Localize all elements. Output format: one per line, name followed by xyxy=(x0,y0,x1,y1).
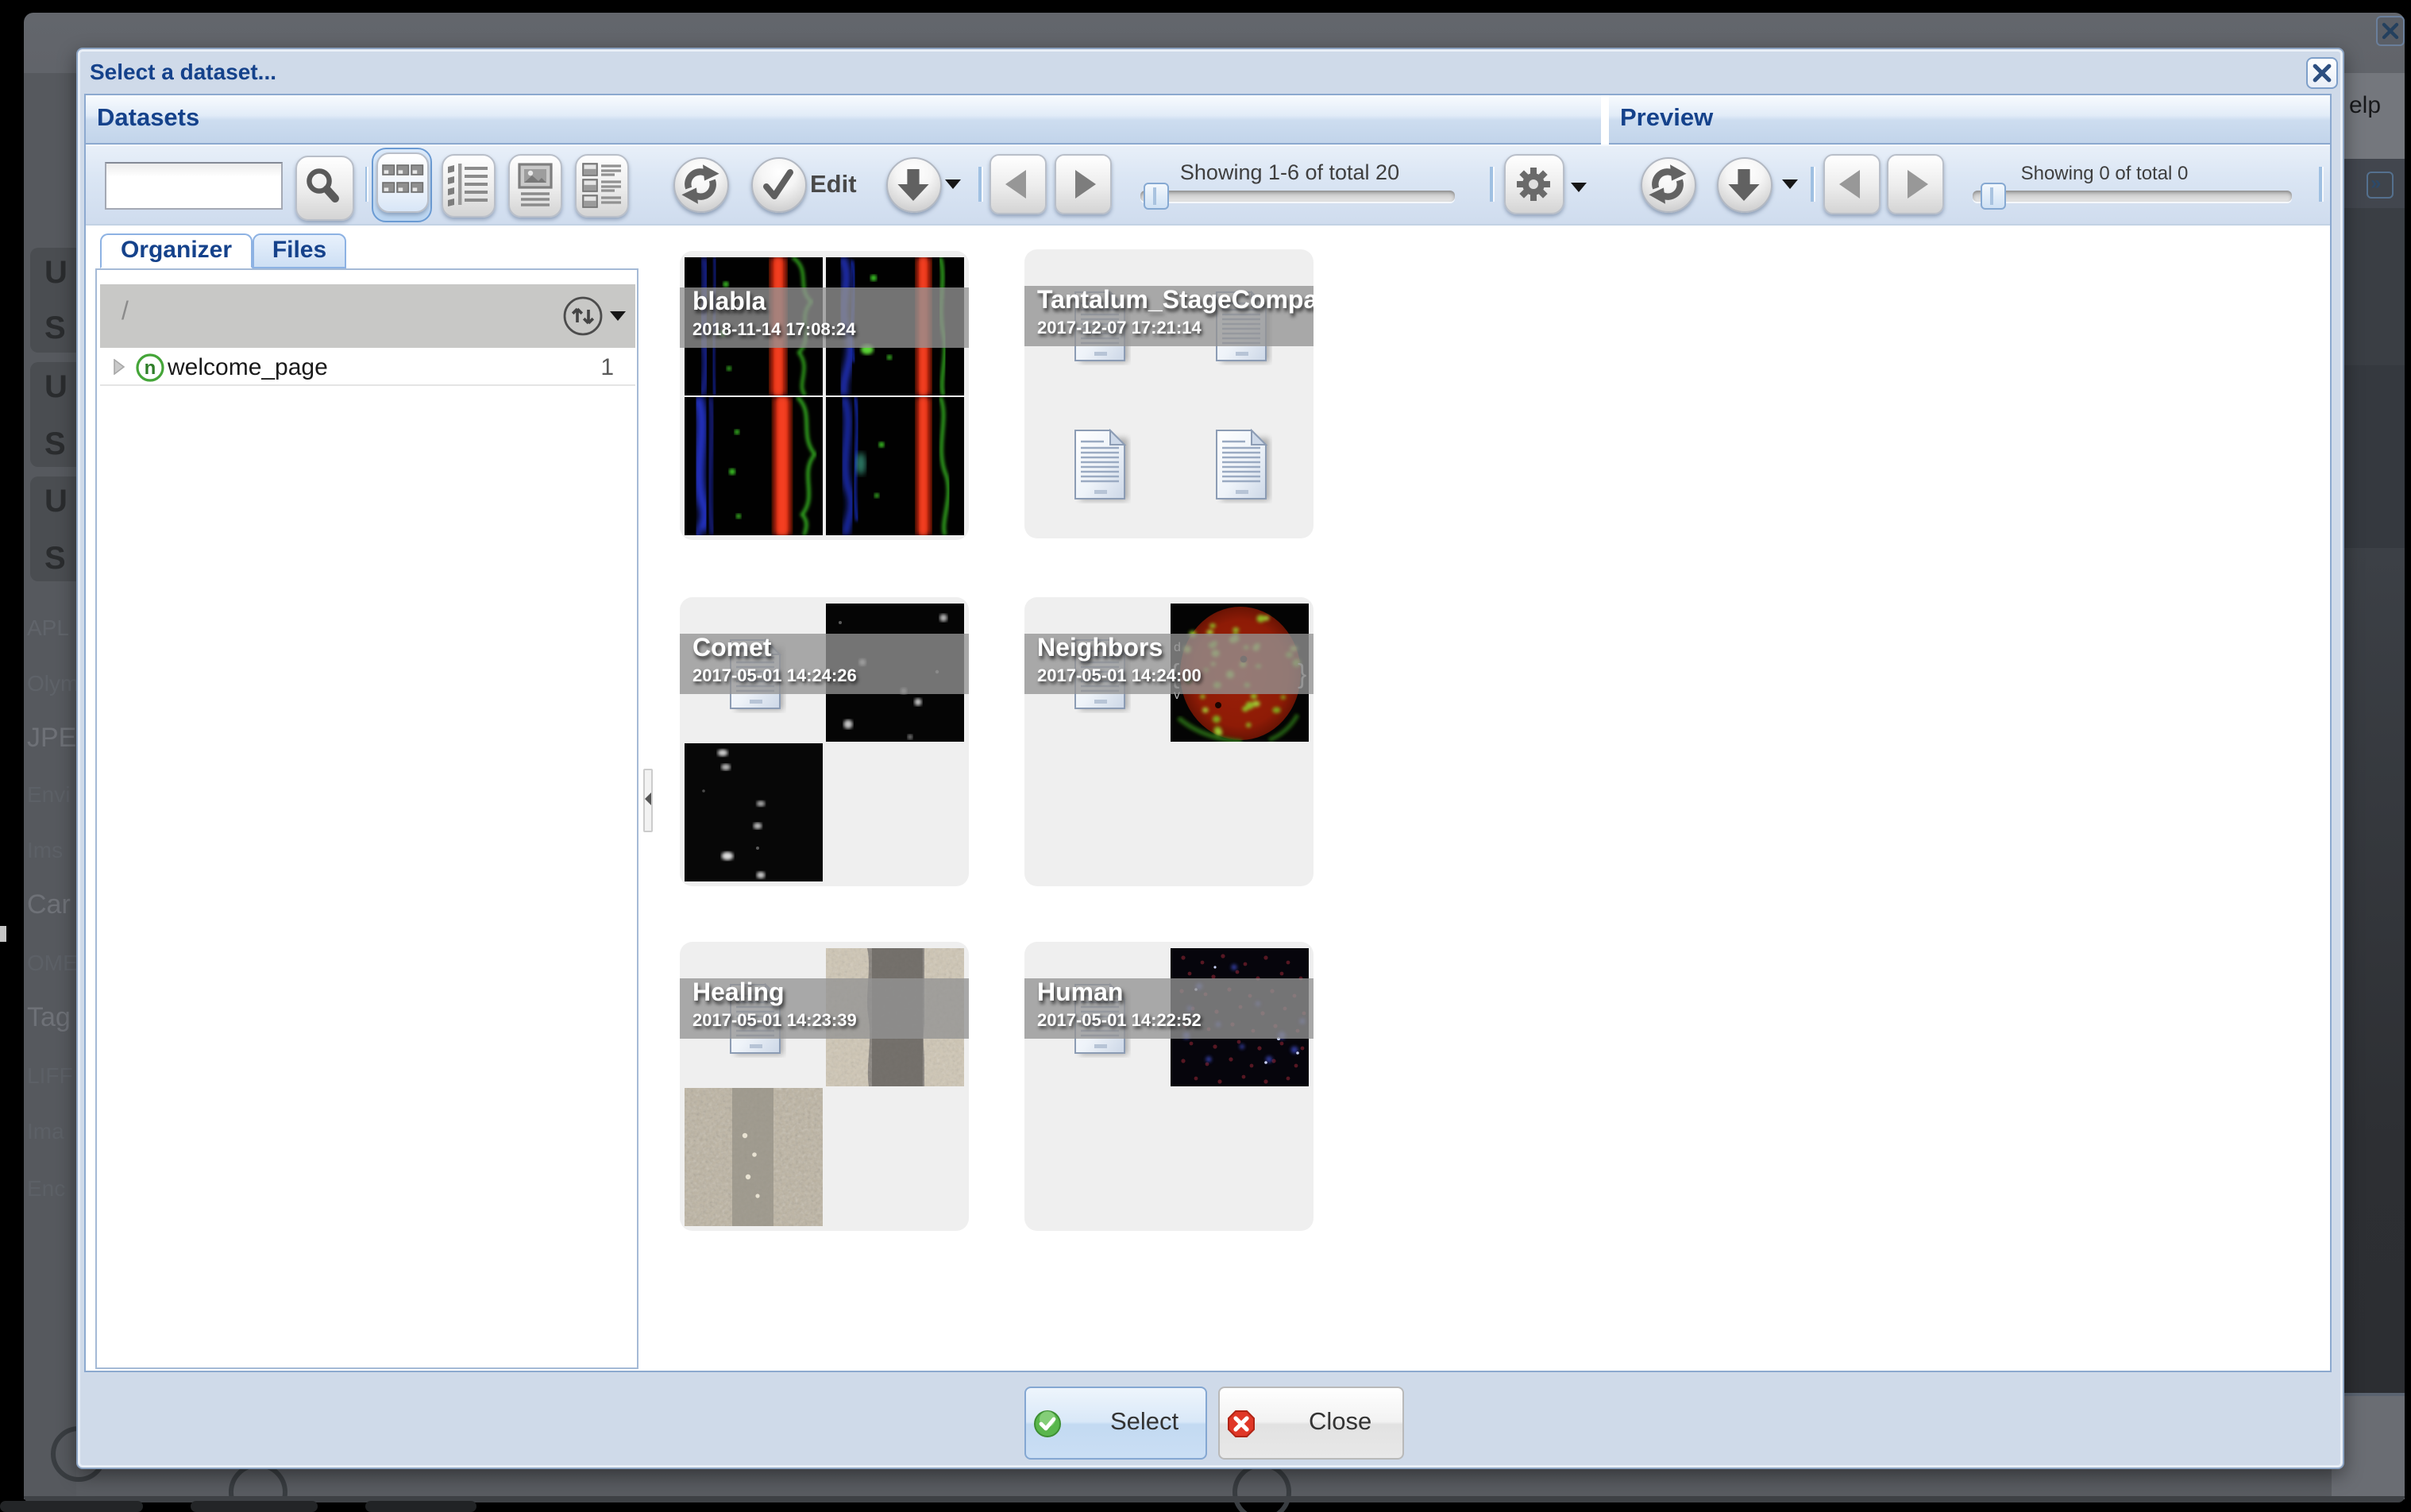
svg-text:n: n xyxy=(144,357,156,378)
